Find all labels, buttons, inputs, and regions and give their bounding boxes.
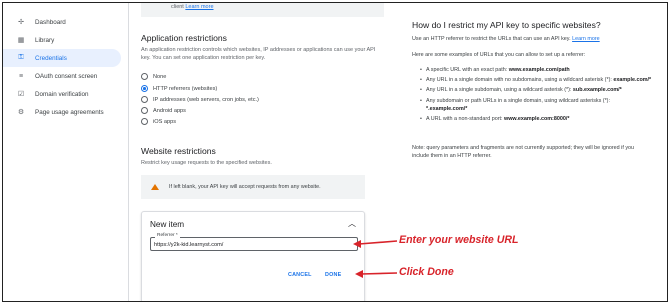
new-item-title: New item bbox=[150, 220, 185, 229]
list-item: A URL with a non-standard port: www.exam… bbox=[420, 115, 652, 123]
help-bullet-list: A specific URL with an exact path: www.e… bbox=[420, 66, 652, 125]
sidebar-item-label: Domain verification bbox=[35, 90, 89, 98]
sidebar-item-credentials[interactable]: ⚿ Credentials bbox=[3, 49, 121, 67]
warning-banner: If left blank, your API key will accept … bbox=[141, 175, 365, 199]
list-item: Any URL in a single subdomain, using a w… bbox=[420, 86, 652, 94]
website-restrictions-title: Website restrictions bbox=[141, 146, 216, 156]
referrer-input[interactable] bbox=[154, 241, 354, 249]
library-icon: ▦ bbox=[17, 37, 25, 44]
radio-android-apps[interactable]: Android apps bbox=[141, 107, 186, 114]
key-icon: ⚿ bbox=[18, 54, 24, 61]
help-note: Note: query parameters and fragments are… bbox=[412, 145, 635, 159]
list-item: A specific URL with an exact path: www.e… bbox=[420, 66, 652, 74]
radio-ip-addresses[interactable]: IP addresses (web servers, cron jobs, et… bbox=[141, 96, 259, 103]
chevron-up-icon[interactable]: ︿ bbox=[348, 218, 356, 229]
referrer-field[interactable]: Referrer * bbox=[150, 233, 358, 251]
help-examples-intro: Here are some examples of URLs that you … bbox=[412, 52, 586, 58]
radio-button[interactable] bbox=[141, 96, 148, 103]
sidebar-item-label: Library bbox=[35, 36, 55, 44]
help-panel: How do I restrict my API key to specific… bbox=[406, 3, 666, 301]
sidebar-item-library[interactable]: ▦ Library bbox=[3, 31, 129, 49]
arrow-to-done-button bbox=[355, 270, 398, 278]
list-item: Any URL in a single domain with no subdo… bbox=[420, 76, 652, 84]
new-item-card: New item ︿ Referrer * CANCEL DONE bbox=[141, 211, 365, 301]
learn-more-link[interactable]: Learn more bbox=[185, 4, 213, 10]
warning-icon bbox=[151, 184, 159, 190]
agreements-icon: ⚙ bbox=[17, 109, 25, 116]
warning-text: If left blank, your API key will accept … bbox=[169, 184, 321, 190]
domain-icon: ☑ bbox=[17, 91, 25, 98]
done-button[interactable]: DONE bbox=[325, 272, 341, 278]
arrow-to-url-field bbox=[353, 240, 398, 248]
cancel-button[interactable]: CANCEL bbox=[288, 272, 312, 278]
sidebar-item-label: Dashboard bbox=[35, 18, 66, 26]
sidebar-item-dashboard[interactable]: ✢ Dashboard bbox=[3, 13, 129, 31]
annotation-arrows bbox=[353, 240, 398, 278]
website-restrictions-description: Restrict key usage requests to the speci… bbox=[141, 160, 272, 166]
radio-button[interactable] bbox=[141, 107, 148, 114]
radio-ios-apps[interactable]: iOS apps bbox=[141, 118, 176, 125]
app-restrictions-description: An application restriction controls whic… bbox=[141, 47, 376, 61]
app-restrictions-title: Application restrictions bbox=[141, 33, 227, 43]
sidebar-item-label: OAuth consent screen bbox=[35, 72, 98, 80]
dashboard-icon: ✢ bbox=[18, 19, 24, 26]
sidebar-item-domain-verification[interactable]: ☑ Domain verification bbox=[3, 85, 129, 103]
sidebar-item-label: Page usage agreements bbox=[35, 108, 104, 116]
radio-http-referrers[interactable]: HTTP referrers (websites) bbox=[141, 85, 217, 92]
referrer-label: Referrer * bbox=[155, 233, 180, 238]
sidebar: ✢ Dashboard ▦ Library ⚿ Credentials ≡ OA… bbox=[3, 3, 129, 301]
help-intro: Use an HTTP referrer to restrict the URL… bbox=[412, 36, 600, 42]
screenshot-frame: ✢ Dashboard ▦ Library ⚿ Credentials ≡ OA… bbox=[2, 2, 668, 302]
list-item: Any subdomain or path URLs in a single d… bbox=[420, 97, 652, 113]
radio-button[interactable] bbox=[141, 73, 148, 80]
help-title: How do I restrict my API key to specific… bbox=[412, 20, 601, 30]
key-settings-panel: client Learn more Application restrictio… bbox=[141, 3, 386, 301]
radio-button[interactable] bbox=[141, 118, 148, 125]
radio-none[interactable]: None bbox=[141, 73, 166, 80]
consent-icon: ≡ bbox=[18, 72, 24, 80]
top-note: client Learn more bbox=[141, 3, 384, 17]
sidebar-item-label: Credentials bbox=[35, 54, 67, 62]
radio-button-checked[interactable] bbox=[141, 85, 148, 92]
sidebar-item-oauth-consent-screen[interactable]: ≡ OAuth consent screen bbox=[3, 67, 129, 85]
sidebar-item-page-usage-agreements[interactable]: ⚙ Page usage agreements bbox=[3, 103, 129, 121]
help-learn-more-link[interactable]: Learn more bbox=[572, 36, 600, 42]
